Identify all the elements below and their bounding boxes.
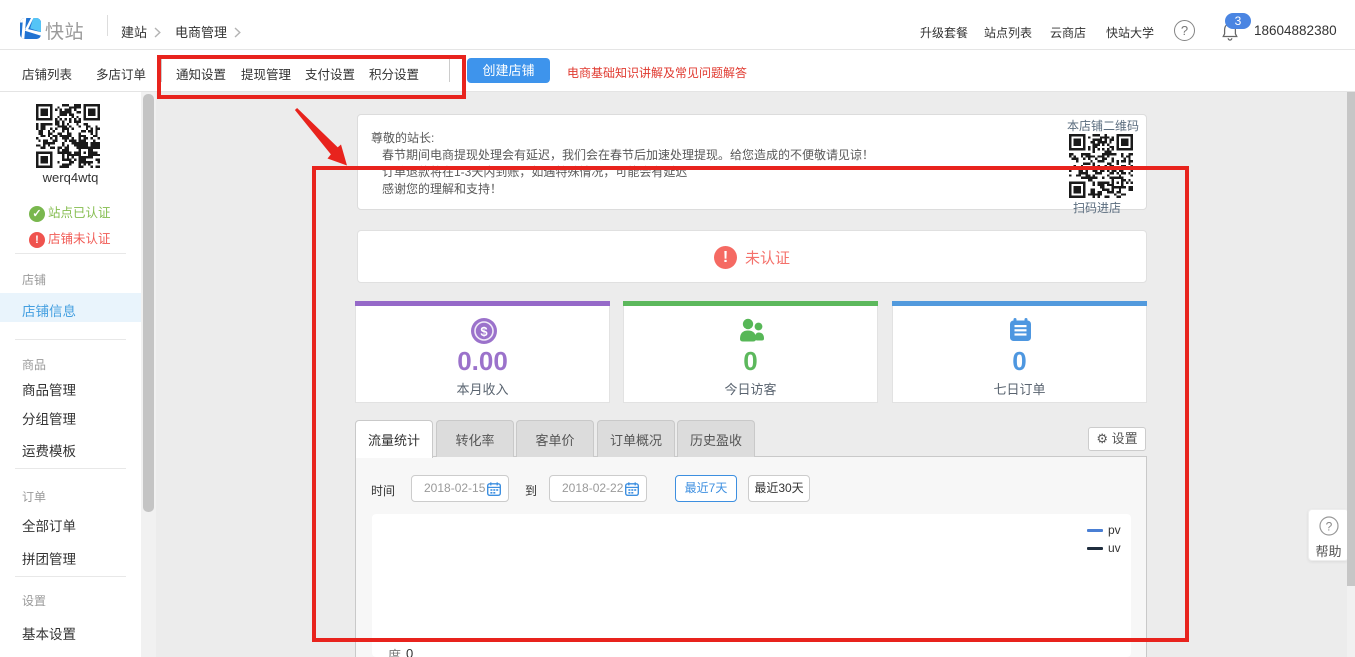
- svg-text:?: ?: [1325, 520, 1332, 534]
